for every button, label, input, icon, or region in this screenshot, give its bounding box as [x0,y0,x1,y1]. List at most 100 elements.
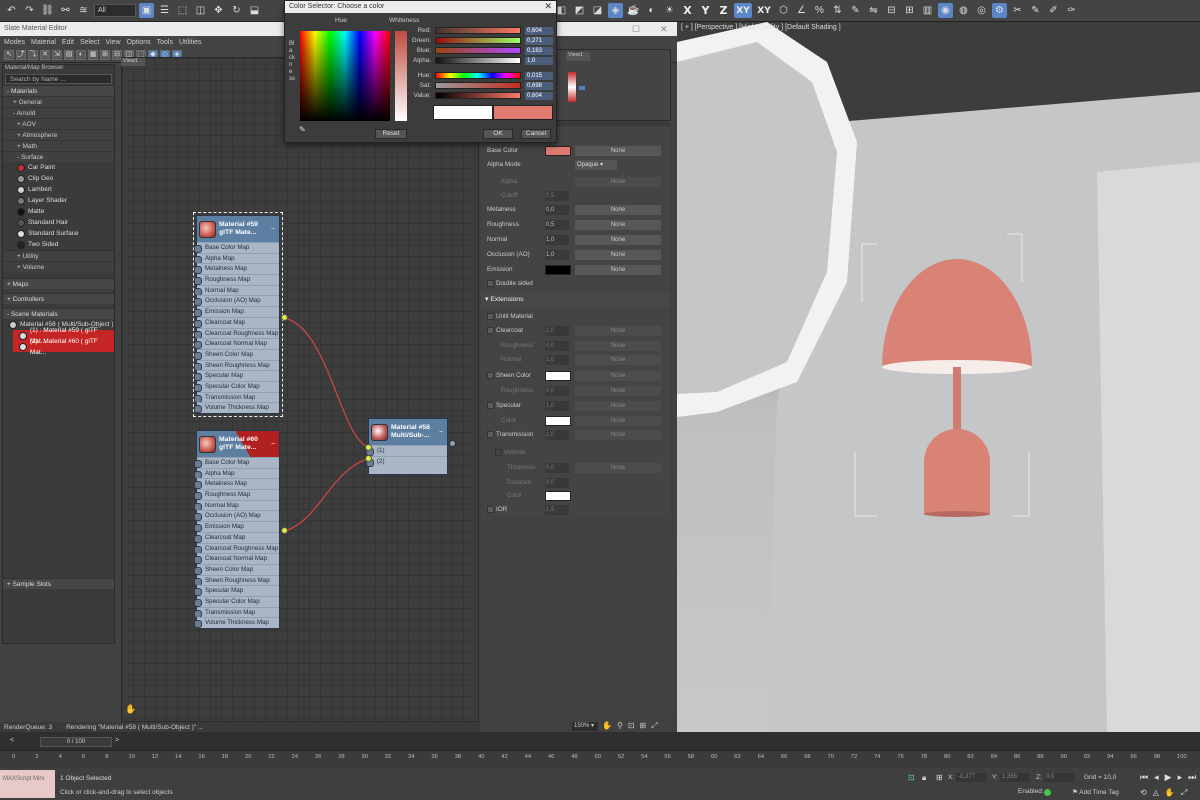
green-slider[interactable] [435,37,521,44]
axis-xy-button[interactable]: XY [734,3,752,18]
timeline-prev-icon[interactable]: < [10,737,14,744]
axis-x-button[interactable]: X [680,3,695,18]
clearcoat-checkbox[interactable]: Clearcoat [487,326,523,336]
toggle-ribbon-icon[interactable]: ⊞ [902,3,917,18]
blue-slider[interactable] [435,47,521,54]
spec-color-map-button[interactable]: None [575,416,661,426]
maximize-viewport-icon[interactable]: ⤢ [1181,788,1187,798]
alpha-value[interactable]: 1,0 [525,57,553,65]
zoom-region-icon[interactable]: ⊞ [640,721,647,731]
lock-icon[interactable]: 🔒︎ [922,773,926,783]
node-slot[interactable]: Clearcoat Map [194,531,279,543]
output-socket[interactable] [281,314,288,321]
value-slider[interactable] [435,92,521,99]
axis-y-button[interactable]: Y [698,3,713,18]
base-color-map-button[interactable]: None [575,146,661,156]
node-slot[interactable]: Emission Map [194,306,279,317]
distance-spinner[interactable]: 0,0 [545,478,569,488]
eyedropper-icon[interactable]: ✎ [299,125,306,134]
node-slot[interactable]: Clearcoat Roughness Map [194,542,279,554]
schematic-icon[interactable]: ◪ [590,3,605,18]
ior-checkbox[interactable]: IOR [487,505,507,515]
sheen-roughness-spinner[interactable]: 0,0 [545,386,569,396]
node-slot[interactable]: Alpha Map [194,252,279,264]
render-iterative-icon[interactable]: ⚙ [992,3,1007,18]
node-slot[interactable]: Specular Map [194,370,279,381]
sheen-map-button[interactable]: None [575,371,661,381]
red-slider[interactable] [435,27,521,34]
isolate-icon[interactable]: ⊡ [908,773,915,782]
output-socket[interactable] [281,527,288,534]
node-slot[interactable]: Volume Thickness Map [194,617,279,628]
render-icon[interactable]: ☀ [662,3,677,18]
blue-value[interactable]: 0,183 [525,47,553,55]
node-slot[interactable]: Clearcoat Map [194,316,279,328]
node-slot[interactable]: Specular Color Map [194,380,279,392]
clearcoat-map-button[interactable]: None [575,326,661,336]
pan-icon[interactable]: ✋ [602,721,612,731]
specular-spinner[interactable]: 1,0 [545,401,569,411]
maxscript-listener[interactable]: MAXScript Mini [0,770,55,798]
axis-xy-cycle-button[interactable]: XY [755,3,773,18]
orbit-icon[interactable]: ⟲ [1140,788,1147,798]
minimize-icon[interactable]: − [271,441,279,448]
goto-end-icon[interactable]: ⏭ [1188,772,1196,783]
active-shade-icon[interactable]: ◉ [938,3,953,18]
axis-z-button[interactable]: Z [716,3,731,18]
enabled-indicator[interactable] [1044,789,1051,796]
cutoff-spinner[interactable]: 0,5 [545,191,569,201]
cc-roughness-map-button[interactable]: None [575,341,661,351]
output-socket[interactable] [449,440,456,447]
node-slot[interactable]: Clearcoat Normal Map [194,553,279,564]
environment-icon[interactable]: ◎ [974,3,989,18]
toolbar-tool-b-icon[interactable]: ✎ [1028,3,1043,18]
minimize-icon[interactable]: − [439,429,447,436]
ok-button[interactable]: OK [483,129,513,139]
timeline-next-icon[interactable]: > [115,737,119,744]
node-slot[interactable]: Transmission Map [194,391,279,403]
maximize-icon[interactable]: ☐ [632,24,640,35]
node-material-60[interactable]: Material #60 glTF Mate... − Base Color Ma… [194,430,280,629]
named-selection-icon[interactable]: ✎ [848,3,863,18]
spec-color-swatch[interactable] [545,416,571,426]
node-slot[interactable]: Sheen Roughness Map [194,359,279,371]
hue-value[interactable]: 0,015 [525,72,553,80]
transmission-map-button[interactable]: None [575,430,661,440]
green-value[interactable]: 0,271 [525,37,553,45]
add-time-tag[interactable]: ⚑ Add Time Tag [1072,788,1119,796]
node-slot[interactable]: Volume Thickness Map [194,402,279,413]
input-socket-2[interactable] [365,455,372,462]
specular-map-button[interactable]: None [575,401,661,411]
sheen-checkbox[interactable]: Sheen Color [487,371,531,381]
normal-spinner[interactable]: 1,0 [545,235,569,245]
extensions-rollout[interactable]: ▾ Extensions [481,294,670,306]
node-slot[interactable]: Sheen Roughness Map [194,574,279,586]
render-online-icon[interactable]: ◍ [956,3,971,18]
z-coordinate[interactable]: 0,0 [1044,773,1074,782]
value-value[interactable]: 0,604 [525,92,553,100]
node-slot[interactable]: Specular Map [194,585,279,596]
percent-snap-icon[interactable]: % [812,3,827,18]
sat-slider[interactable] [435,82,521,89]
align-icon[interactable]: ⊟ [884,3,899,18]
curve-editor-icon[interactable]: ◩ [572,3,587,18]
prev-frame-icon[interactable]: ◂ [1154,772,1159,783]
metalness-map-button[interactable]: None [575,205,661,215]
input-socket-1[interactable] [365,444,372,451]
close-window-icon[interactable]: ✕ [660,24,668,35]
play-icon[interactable]: ▶ [1165,772,1172,783]
emission-map-button[interactable]: None [575,265,661,275]
emission-swatch[interactable] [545,265,571,275]
goto-start-icon[interactable]: ⏮ [1140,772,1148,783]
track-bar[interactable]: 0 2 4 6 8 10 12 14 16 18 20 22 24 26 28 30 32 34 36 38 40 42 4… [0,750,1200,768]
node-slot[interactable]: Sheen Color Map [194,563,279,575]
close-icon[interactable]: ✕ [544,1,552,12]
cc-roughness-spinner[interactable]: 0,0 [545,341,569,351]
node-slot[interactable]: Occlusion (AO) Map [194,510,279,522]
alpha-mode-dropdown[interactable]: Opaque ▾ [575,160,617,170]
node-material-58[interactable]: Material #58 Multi/Sub-... − (1) (2) [366,418,448,476]
roughness-spinner[interactable]: 0,5 [545,220,569,230]
walk-icon[interactable]: ✋ [1165,788,1175,798]
viewport-label[interactable]: [ + ] [Perspective ] [High Quality ] [De… [677,22,845,33]
node-slot[interactable]: Normal Map [194,284,279,296]
